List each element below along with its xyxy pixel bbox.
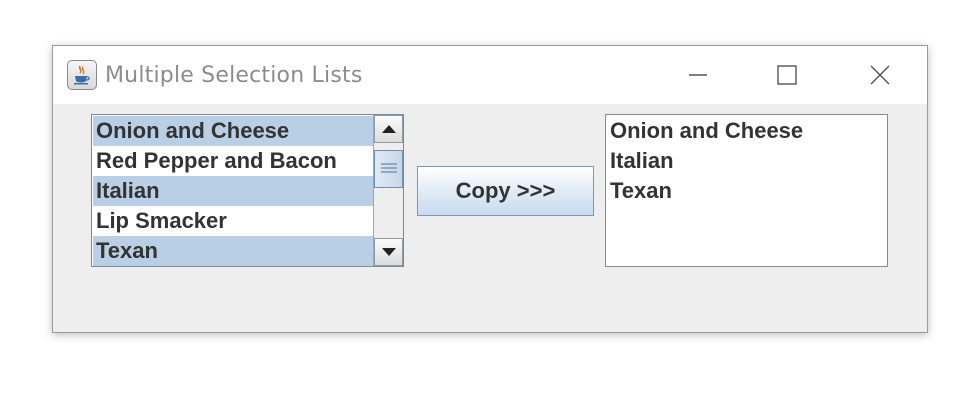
close-icon[interactable] — [857, 58, 903, 94]
list-item[interactable]: Texan — [607, 176, 886, 206]
list-item[interactable]: Red Pepper and Bacon — [93, 146, 373, 176]
source-list-items: Onion and Cheese Red Pepper and Bacon It… — [93, 116, 373, 266]
destination-list[interactable]: Onion and Cheese Italian Texan — [605, 114, 888, 267]
list-item[interactable]: Texan — [93, 236, 373, 266]
list-item[interactable]: Onion and Cheese — [93, 116, 373, 146]
list-item[interactable]: Italian — [607, 146, 886, 176]
list-item[interactable]: Lip Smacker — [93, 206, 373, 236]
list-item[interactable]: Onion and Cheese — [607, 116, 886, 146]
java-cup-icon — [67, 60, 97, 90]
maximize-icon[interactable] — [764, 58, 810, 94]
grip-icon — [381, 163, 397, 173]
app-window: Multiple Selection Lists Onion and Chees… — [52, 45, 928, 333]
window-title: Multiple Selection Lists — [105, 63, 363, 88]
scroll-up-button[interactable] — [374, 115, 403, 143]
minimize-icon[interactable] — [675, 58, 721, 94]
arrow-up-icon — [382, 125, 396, 133]
arrow-down-icon — [382, 248, 396, 256]
title-bar[interactable]: Multiple Selection Lists — [53, 46, 927, 104]
scroll-thumb[interactable] — [374, 150, 403, 188]
list-item[interactable]: Italian — [93, 176, 373, 206]
scroll-down-button[interactable] — [374, 238, 403, 266]
source-list[interactable]: Onion and Cheese Red Pepper and Bacon It… — [91, 114, 404, 267]
vertical-scrollbar[interactable] — [373, 115, 403, 266]
copy-button[interactable]: Copy >>> — [417, 166, 594, 216]
destination-list-items: Onion and Cheese Italian Texan — [607, 116, 886, 206]
